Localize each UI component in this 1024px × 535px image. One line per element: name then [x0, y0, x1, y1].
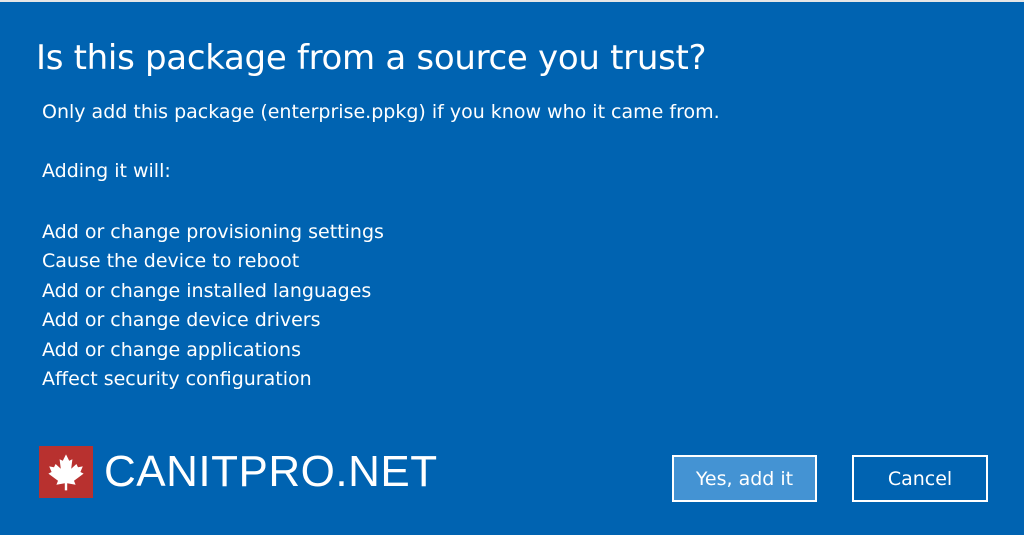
brand-watermark: CANITPRO.NET: [39, 446, 438, 498]
list-item: Add or change installed languages: [42, 279, 372, 302]
cancel-button[interactable]: Cancel: [852, 455, 988, 502]
list-item: Cause the device to reboot: [42, 250, 300, 273]
list-item: Add or change applications: [42, 338, 301, 361]
dialog-subtitle: Only add this package (enterprise.ppkg) …: [42, 101, 720, 123]
trust-package-dialog: Is this package from a source you trust?…: [0, 0, 1024, 535]
yes-add-it-button[interactable]: Yes, add it: [672, 455, 817, 502]
effects-intro: Adding it will:: [42, 160, 171, 182]
effects-list: Add or change provisioning settings Caus…: [42, 218, 384, 394]
list-item: Affect security configuration: [42, 367, 312, 390]
maple-leaf-icon: [39, 446, 93, 498]
list-item: Add or change device drivers: [42, 309, 321, 332]
brand-text: CANITPRO.NET: [104, 447, 438, 496]
list-item: Add or change provisioning settings: [42, 221, 384, 243]
maple-leaf-icon: [48, 454, 84, 491]
dialog-title: Is this package from a source you trust?: [36, 38, 707, 78]
